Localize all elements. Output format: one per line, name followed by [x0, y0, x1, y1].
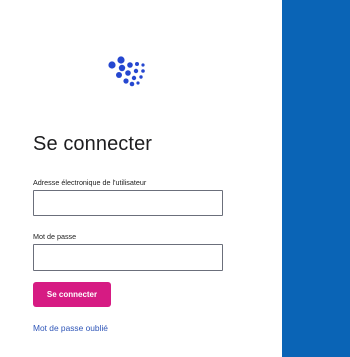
password-field[interactable] [33, 244, 223, 271]
page-title: Se connecter [33, 133, 153, 155]
email-field-label: Adresse électronique de l'utilisateur [33, 178, 147, 187]
email-field[interactable] [33, 190, 223, 216]
brand-side-panel [282, 0, 350, 357]
password-field-label: Mot de passe [33, 232, 77, 241]
dot-cluster-logo-icon [108, 56, 145, 87]
sign-in-button[interactable]: Se connecter [33, 282, 111, 307]
login-page: Se connecter Adresse électronique de l'u… [0, 0, 350, 357]
forgot-password-link[interactable]: Mot de passe oublié [33, 323, 108, 333]
